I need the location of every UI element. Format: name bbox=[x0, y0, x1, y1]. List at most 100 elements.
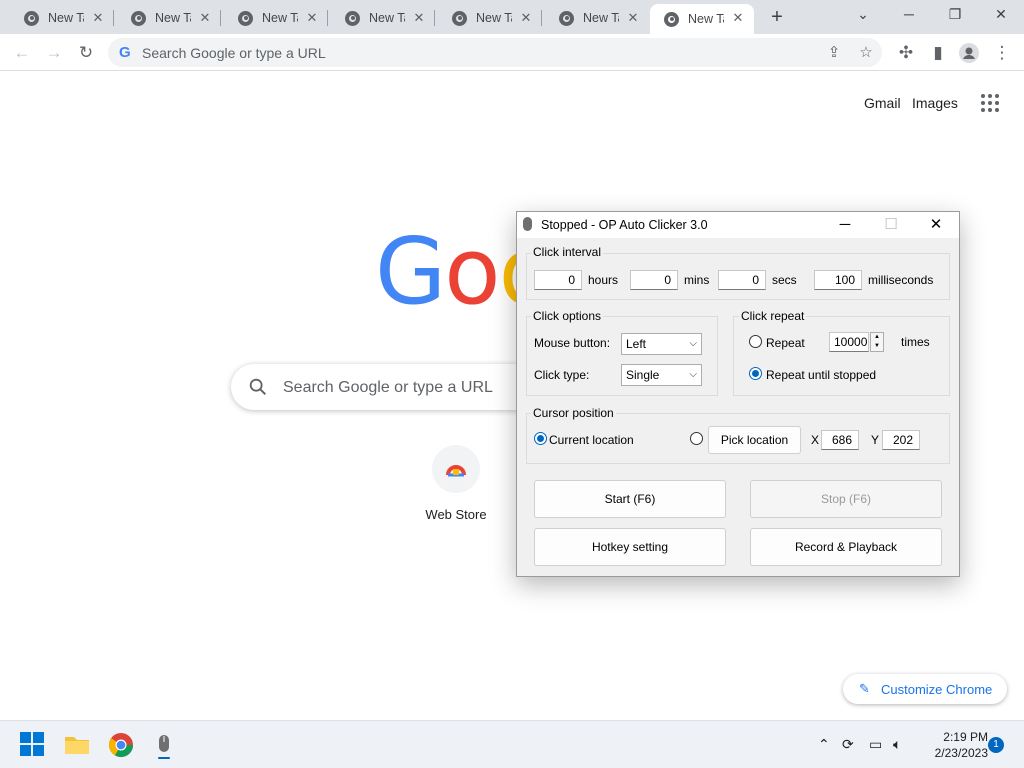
tab-3[interactable]: New Tab ✕ bbox=[224, 4, 328, 32]
chrome-taskbar-icon[interactable] bbox=[107, 731, 135, 759]
tab-strip: New Tab ✕ New Tab ✕ New Tab ✕ New Tab ✕ … bbox=[0, 0, 1024, 34]
tab-label: New Tab bbox=[688, 12, 724, 26]
tab-close-icon[interactable]: ✕ bbox=[625, 10, 641, 26]
milliseconds-input[interactable]: 100 bbox=[814, 270, 862, 290]
pick-location-button[interactable]: Pick location bbox=[708, 426, 801, 454]
hotkey-setting-button[interactable]: Hotkey setting bbox=[534, 528, 726, 566]
dialog-close-button[interactable]: ✕ bbox=[913, 212, 959, 238]
repeat-until-stopped-label: Repeat until stopped bbox=[766, 368, 877, 382]
y-coordinate-input[interactable]: 202 bbox=[882, 430, 920, 450]
back-arrow-icon[interactable]: ← bbox=[9, 40, 35, 66]
tab-label: New Tab bbox=[262, 11, 298, 25]
tab-close-icon[interactable]: ✕ bbox=[518, 10, 534, 26]
web-store-shortcut[interactable] bbox=[432, 445, 480, 493]
x-label: X bbox=[811, 433, 820, 447]
web-store-icon bbox=[446, 465, 466, 477]
hours-input[interactable]: 0 bbox=[534, 270, 582, 290]
click-repeat-label: Click repeat bbox=[739, 309, 807, 323]
milliseconds-label: milliseconds bbox=[868, 273, 934, 287]
volume-icon[interactable]: 🔈︎ bbox=[893, 736, 901, 753]
web-store-label: Web Store bbox=[425, 507, 487, 522]
y-label: Y bbox=[871, 433, 880, 447]
repeat-label: Repeat bbox=[766, 336, 805, 350]
system-clock[interactable]: 2:19 PM 2/23/2023 bbox=[918, 729, 988, 761]
notification-badge[interactable]: 1 bbox=[988, 737, 1004, 753]
new-tab-button[interactable]: + bbox=[766, 6, 788, 28]
repeat-count-input[interactable]: 10000 bbox=[829, 332, 869, 352]
bookmark-star-icon[interactable]: ☆ bbox=[855, 42, 877, 64]
dialog-title: Stopped - OP Auto Clicker 3.0 bbox=[541, 218, 708, 232]
tab-6[interactable]: New Tab ✕ bbox=[545, 4, 649, 32]
tab-close-icon[interactable]: ✕ bbox=[90, 10, 106, 26]
customize-chrome-button[interactable]: ✎ Customize Chrome bbox=[843, 674, 1007, 704]
address-bar[interactable]: G Search Google or type a URL ⇪ ☆ bbox=[108, 38, 882, 67]
chevron-down-icon: ⌵ bbox=[689, 369, 697, 380]
times-label: times bbox=[901, 335, 930, 349]
tab-label: New Tab bbox=[476, 11, 512, 25]
click-type-select[interactable]: Single ⌵ bbox=[621, 364, 702, 386]
secs-input[interactable]: 0 bbox=[718, 270, 766, 290]
pick-location-radio[interactable] bbox=[690, 432, 703, 445]
side-panel-icon[interactable]: ▮ bbox=[925, 40, 951, 66]
mins-input[interactable]: 0 bbox=[630, 270, 678, 290]
tab-close-icon[interactable]: ✕ bbox=[411, 10, 427, 26]
stop-button[interactable]: Stop (F6) bbox=[750, 480, 942, 518]
auto-clicker-taskbar-icon[interactable] bbox=[150, 731, 178, 759]
tab-close-icon[interactable]: ✕ bbox=[197, 10, 213, 26]
show-hidden-icons-chevron[interactable]: ⌃ bbox=[818, 736, 830, 753]
tab-5[interactable]: New Tab ✕ bbox=[438, 4, 542, 32]
tab-separator bbox=[434, 10, 435, 26]
restore-button[interactable]: ❐ bbox=[932, 0, 978, 30]
repeat-count-spinner[interactable]: ▲ ▼ bbox=[870, 332, 884, 352]
share-icon[interactable]: ⇪ bbox=[823, 42, 845, 64]
network-monitor-icon[interactable]: ▭ bbox=[869, 736, 882, 753]
tab-4[interactable]: New Tab ✕ bbox=[331, 4, 435, 32]
images-link[interactable]: Images bbox=[912, 95, 958, 111]
profile-avatar-icon[interactable] bbox=[956, 40, 982, 66]
tab-1[interactable]: New Tab ✕ bbox=[10, 4, 114, 32]
click-options-label: Click options bbox=[531, 309, 604, 323]
mouse-button-value: Left bbox=[626, 337, 647, 351]
tab-search-chevron-icon[interactable]: ⌄ bbox=[840, 0, 886, 30]
address-bar-placeholder: Search Google or type a URL bbox=[142, 45, 326, 61]
mouse-button-select[interactable]: Left ⌵ bbox=[621, 333, 702, 355]
chevron-down-icon: ⌵ bbox=[689, 338, 697, 349]
sync-alert-icon[interactable]: ⟳ bbox=[842, 736, 854, 753]
tab-2[interactable]: New Tab ✕ bbox=[117, 4, 221, 32]
tab-close-icon[interactable]: ✕ bbox=[730, 10, 746, 26]
dialog-maximize-button[interactable]: ☐ bbox=[868, 212, 914, 238]
auto-clicker-window: Stopped - OP Auto Clicker 3.0 ─ ☐ ✕ Clic… bbox=[516, 211, 960, 577]
start-button[interactable]: Start (F6) bbox=[534, 480, 726, 518]
google-apps-grid-icon[interactable] bbox=[981, 94, 999, 112]
dialog-minimize-button[interactable]: ─ bbox=[822, 212, 868, 238]
tab-close-icon[interactable]: ✕ bbox=[304, 10, 320, 26]
x-coordinate-input[interactable]: 686 bbox=[821, 430, 859, 450]
repeat-radio[interactable] bbox=[749, 335, 762, 348]
secs-label: secs bbox=[772, 273, 797, 287]
extensions-puzzle-icon[interactable]: ✣ bbox=[893, 40, 919, 66]
search-icon bbox=[249, 378, 267, 396]
clock-time: 2:19 PM bbox=[943, 730, 988, 744]
hours-label: hours bbox=[588, 273, 619, 287]
dialog-title-bar[interactable]: Stopped - OP Auto Clicker 3.0 ─ ☐ ✕ bbox=[517, 212, 959, 238]
windows-start-icon[interactable] bbox=[19, 731, 47, 759]
tab-7-active[interactable]: New Tab ✕ bbox=[650, 4, 754, 34]
mins-label: mins bbox=[684, 273, 710, 287]
google-g-icon: G bbox=[119, 44, 131, 61]
current-location-radio[interactable] bbox=[534, 432, 547, 445]
tab-label: New Tab bbox=[583, 11, 619, 25]
current-location-label: Current location bbox=[549, 433, 634, 447]
record-playback-button[interactable]: Record & Playback bbox=[750, 528, 942, 566]
chrome-menu-icon[interactable]: ⋮ bbox=[989, 40, 1015, 66]
forward-arrow-icon[interactable]: → bbox=[41, 40, 67, 66]
chrome-favicon-icon bbox=[452, 10, 467, 26]
reload-icon[interactable]: ↻ bbox=[73, 40, 99, 66]
close-window-button[interactable]: ✕ bbox=[978, 0, 1024, 30]
minimize-button[interactable]: ─ bbox=[886, 0, 932, 30]
repeat-until-stopped-radio[interactable] bbox=[749, 367, 762, 380]
logo-letter: o bbox=[444, 218, 500, 325]
click-repeat-group bbox=[733, 316, 950, 396]
file-explorer-icon[interactable] bbox=[63, 731, 91, 759]
tab-label: New Tab bbox=[369, 11, 405, 25]
gmail-link[interactable]: Gmail bbox=[864, 95, 901, 111]
